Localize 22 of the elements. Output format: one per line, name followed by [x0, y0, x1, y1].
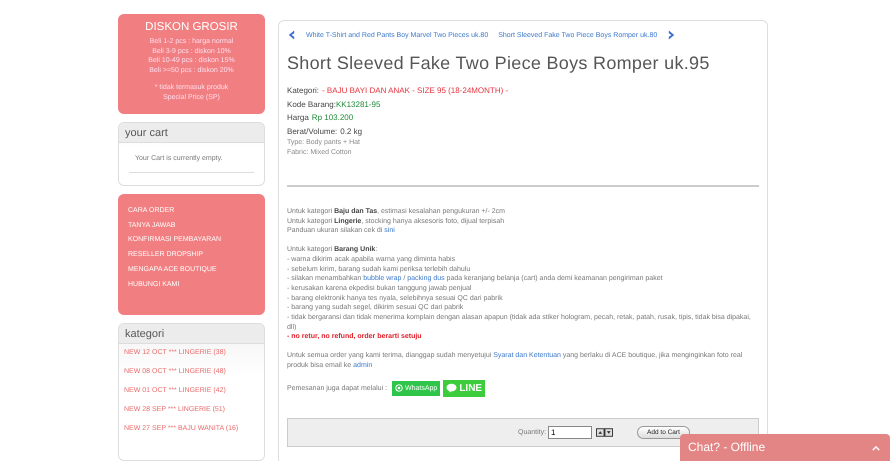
- chat-bar[interactable]: Chat? - Offline: [680, 434, 890, 461]
- fact-value: Rp 103.200: [312, 113, 354, 122]
- speech-bubble-icon: [446, 383, 458, 394]
- chat-label: Chat? - Offline: [688, 440, 766, 454]
- cart-title: your cart: [119, 123, 264, 143]
- quantity-field[interactable]: 1: [548, 426, 592, 439]
- chevron-up-icon: [872, 446, 880, 451]
- previous-arrow-icon[interactable]: [287, 29, 296, 41]
- fact-value: - BAJU BAYI DAN ANAK - SIZE 95 (18-24MONTH) -: [322, 86, 508, 95]
- fact-label: Kategori:: [287, 86, 320, 95]
- product-title: Short Sleeved Fake Two Piece Boys Romper uk.95: [287, 53, 711, 74]
- next-arrow-icon[interactable]: [667, 29, 676, 41]
- fact-value: 0.2 kg: [340, 126, 362, 136]
- fact-label: Harga: [287, 113, 309, 122]
- fact-label: Kode Barang:: [287, 100, 336, 108]
- line-button[interactable]: LINE: [443, 380, 486, 397]
- discount-title: DISKON GROSIR: [144, 21, 239, 33]
- fact-label: Berat/Volume:: [287, 126, 338, 136]
- phone-bubble-icon: [395, 384, 404, 392]
- category-title: kategori: [119, 324, 264, 344]
- fact-value: KK13281-95: [336, 100, 380, 108]
- spinner-icon[interactable]: [596, 428, 614, 437]
